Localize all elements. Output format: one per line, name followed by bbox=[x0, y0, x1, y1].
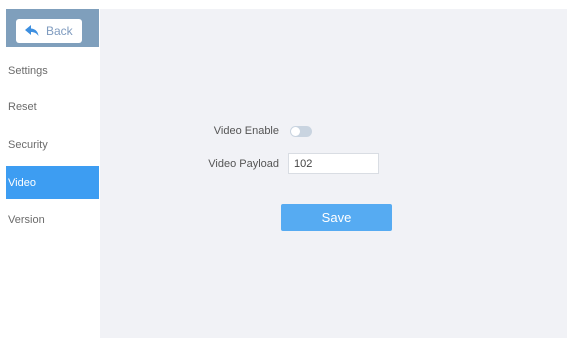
sidebar-item-label: Security bbox=[8, 138, 48, 151]
video-payload-input[interactable] bbox=[288, 153, 379, 174]
video-enable-toggle[interactable] bbox=[290, 126, 312, 137]
sidebar-header: Back bbox=[6, 9, 99, 47]
sidebar-item-video[interactable]: Video bbox=[6, 166, 99, 199]
sidebar-item-label: Reset bbox=[8, 100, 37, 113]
toggle-knob bbox=[291, 127, 300, 136]
sidebar-item-label: Video bbox=[8, 176, 36, 189]
app-frame: Back Settings Reset Security Video Versi… bbox=[6, 9, 567, 338]
sidebar-item-settings[interactable]: Settings bbox=[6, 54, 99, 87]
save-button[interactable]: Save bbox=[281, 204, 392, 231]
back-arrow-icon bbox=[25, 25, 39, 37]
video-payload-label: Video Payload bbox=[208, 158, 279, 170]
video-settings-panel: Video Enable Video Payload Save bbox=[100, 9, 567, 338]
sidebar-item-reset[interactable]: Reset bbox=[6, 90, 99, 123]
sidebar-item-label: Settings bbox=[8, 64, 48, 77]
sidebar-item-security[interactable]: Security bbox=[6, 128, 99, 161]
video-enable-label: Video Enable bbox=[213, 125, 279, 137]
sidebar-item-version[interactable]: Version bbox=[6, 203, 99, 236]
back-label: Back bbox=[46, 24, 73, 38]
back-button[interactable]: Back bbox=[16, 19, 82, 43]
sidebar: Back Settings Reset Security Video Versi… bbox=[6, 9, 99, 338]
sidebar-item-label: Version bbox=[8, 213, 45, 226]
